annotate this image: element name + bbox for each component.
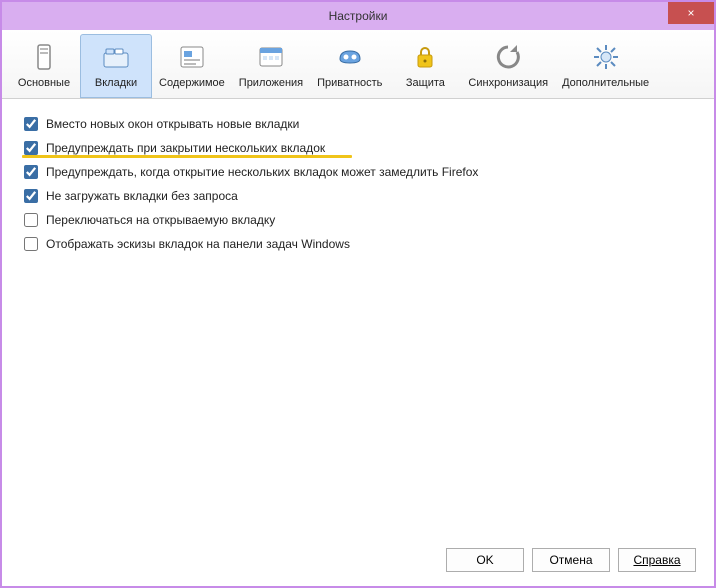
toolbar-label: Основные <box>18 77 70 89</box>
ok-button[interactable]: OK <box>446 548 524 572</box>
highlight-bar <box>22 155 352 158</box>
toolbar-label: Приложения <box>239 77 303 89</box>
toolbar: Основные Вкладки Содержимое Приложения Прива… <box>2 30 714 99</box>
option-row[interactable]: Не загружать вкладки без запроса <box>24 189 692 203</box>
footer: OK Отмена Справка <box>2 535 714 586</box>
cancel-button[interactable]: Отмена <box>532 548 610 572</box>
settings-window: Настройки × Основные Вкладки Содержимое При… <box>0 0 716 588</box>
close-icon: × <box>687 6 694 20</box>
toolbar-tab-general[interactable]: Основные <box>8 34 80 98</box>
toolbar-label: Защита <box>406 77 445 89</box>
option-label: Предупреждать, когда открытие нескольких… <box>46 165 478 179</box>
option-checkbox[interactable] <box>24 117 38 131</box>
sync-icon <box>492 41 524 73</box>
option-checkbox[interactable] <box>24 213 38 227</box>
option-checkbox[interactable] <box>24 141 38 155</box>
option-row[interactable]: Предупреждать при закрытии нескольких вк… <box>24 141 692 155</box>
content-icon <box>176 41 208 73</box>
option-label: Вместо новых окон открывать новые вкладк… <box>46 117 299 131</box>
toolbar-tab-apps[interactable]: Приложения <box>232 34 310 98</box>
advanced-icon <box>590 41 622 73</box>
apps-icon <box>255 41 287 73</box>
toolbar-tab-content[interactable]: Содержимое <box>152 34 232 98</box>
option-label: Переключаться на открываемую вкладку <box>46 213 275 227</box>
titlebar: Настройки × <box>2 2 714 30</box>
toolbar-tab-security[interactable]: Защита <box>389 34 461 98</box>
toolbar-label: Содержимое <box>159 77 225 89</box>
help-button[interactable]: Справка <box>618 548 696 572</box>
toolbar-label: Синхронизация <box>468 77 548 89</box>
option-label: Предупреждать при закрытии нескольких вк… <box>46 141 325 155</box>
content-area: Вместо новых окон открывать новые вкладк… <box>2 99 714 535</box>
tabs-icon <box>100 41 132 73</box>
close-button[interactable]: × <box>668 2 714 24</box>
option-row[interactable]: Переключаться на открываемую вкладку <box>24 213 692 227</box>
option-row[interactable]: Вместо новых окон открывать новые вкладк… <box>24 117 692 131</box>
option-checkbox[interactable] <box>24 189 38 203</box>
option-row[interactable]: Предупреждать, когда открытие нескольких… <box>24 165 692 179</box>
window-title: Настройки <box>329 9 388 23</box>
option-checkbox[interactable] <box>24 165 38 179</box>
toolbar-tab-privacy[interactable]: Приватность <box>310 34 389 98</box>
option-label: Отображать эскизы вкладок на панели зада… <box>46 237 350 251</box>
toolbar-label: Вкладки <box>95 77 137 89</box>
toolbar-tab-tabs[interactable]: Вкладки <box>80 34 152 98</box>
general-icon <box>28 41 60 73</box>
toolbar-label: Приватность <box>317 77 382 89</box>
toolbar-label: Дополнительные <box>562 77 649 89</box>
security-icon <box>409 41 441 73</box>
toolbar-tab-advanced[interactable]: Дополнительные <box>555 34 656 98</box>
privacy-icon <box>334 41 366 73</box>
option-row[interactable]: Отображать эскизы вкладок на панели зада… <box>24 237 692 251</box>
option-checkbox[interactable] <box>24 237 38 251</box>
option-label: Не загружать вкладки без запроса <box>46 189 238 203</box>
toolbar-tab-sync[interactable]: Синхронизация <box>461 34 555 98</box>
